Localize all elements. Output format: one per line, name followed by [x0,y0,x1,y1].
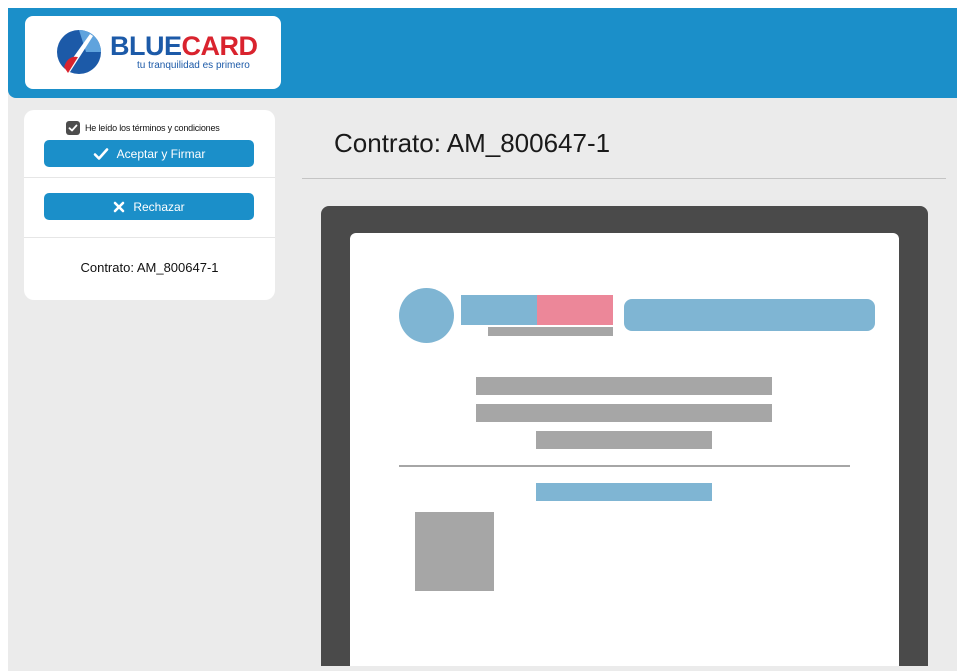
doc-text-line [476,404,772,422]
accept-sign-button[interactable]: Aceptar y Firmar [44,140,254,167]
doc-image-placeholder [415,512,494,591]
doc-title-bar-placeholder [624,299,875,331]
sidebar-divider [24,237,275,238]
document-viewer[interactable] [321,206,928,666]
title-divider [302,178,946,179]
reject-button[interactable]: Rechazar [44,193,254,220]
sidebar-divider [24,177,275,178]
document-page-preview [350,233,899,666]
terms-checkbox[interactable] [66,121,80,135]
page-title: Contrato: AM_800647-1 [334,128,611,158]
logo-brand-red: CARD [181,31,259,61]
doc-text-line [536,431,712,449]
header-bar: BLUECARD tu tranquilidad es primero [8,8,957,98]
doc-header-block-blue [461,295,537,325]
doc-avatar-placeholder [399,288,454,343]
accept-sign-label: Aceptar y Firmar [116,146,206,161]
doc-header-block-pink [537,295,613,325]
terms-label: He leído los términos y condiciones [85,123,220,133]
bluecard-logo[interactable]: BLUECARD tu tranquilidad es primero [25,16,281,89]
close-icon [114,201,125,212]
doc-text-line [476,377,772,395]
check-icon [93,147,108,160]
doc-subline-placeholder [488,327,613,336]
doc-link-placeholder [536,483,712,501]
app-window: BLUECARD tu tranquilidad es primero He l… [8,8,957,671]
logo-tagline: tu tranquilidad es primero [137,60,250,71]
reject-label: Rechazar [133,199,185,214]
logo-wordmark: BLUECARD [110,31,258,61]
sidebar-contract-label: Contrato: AM_800647-1 [80,260,219,275]
check-icon [68,124,78,132]
logo-brand-blue: BLUE [110,31,182,61]
doc-divider [399,465,850,467]
terms-checkbox-row[interactable]: He leído los términos y condiciones [66,120,220,136]
sidebar-panel: He leído los términos y condiciones Acep… [24,110,275,300]
logo-mark-icon [57,30,101,74]
